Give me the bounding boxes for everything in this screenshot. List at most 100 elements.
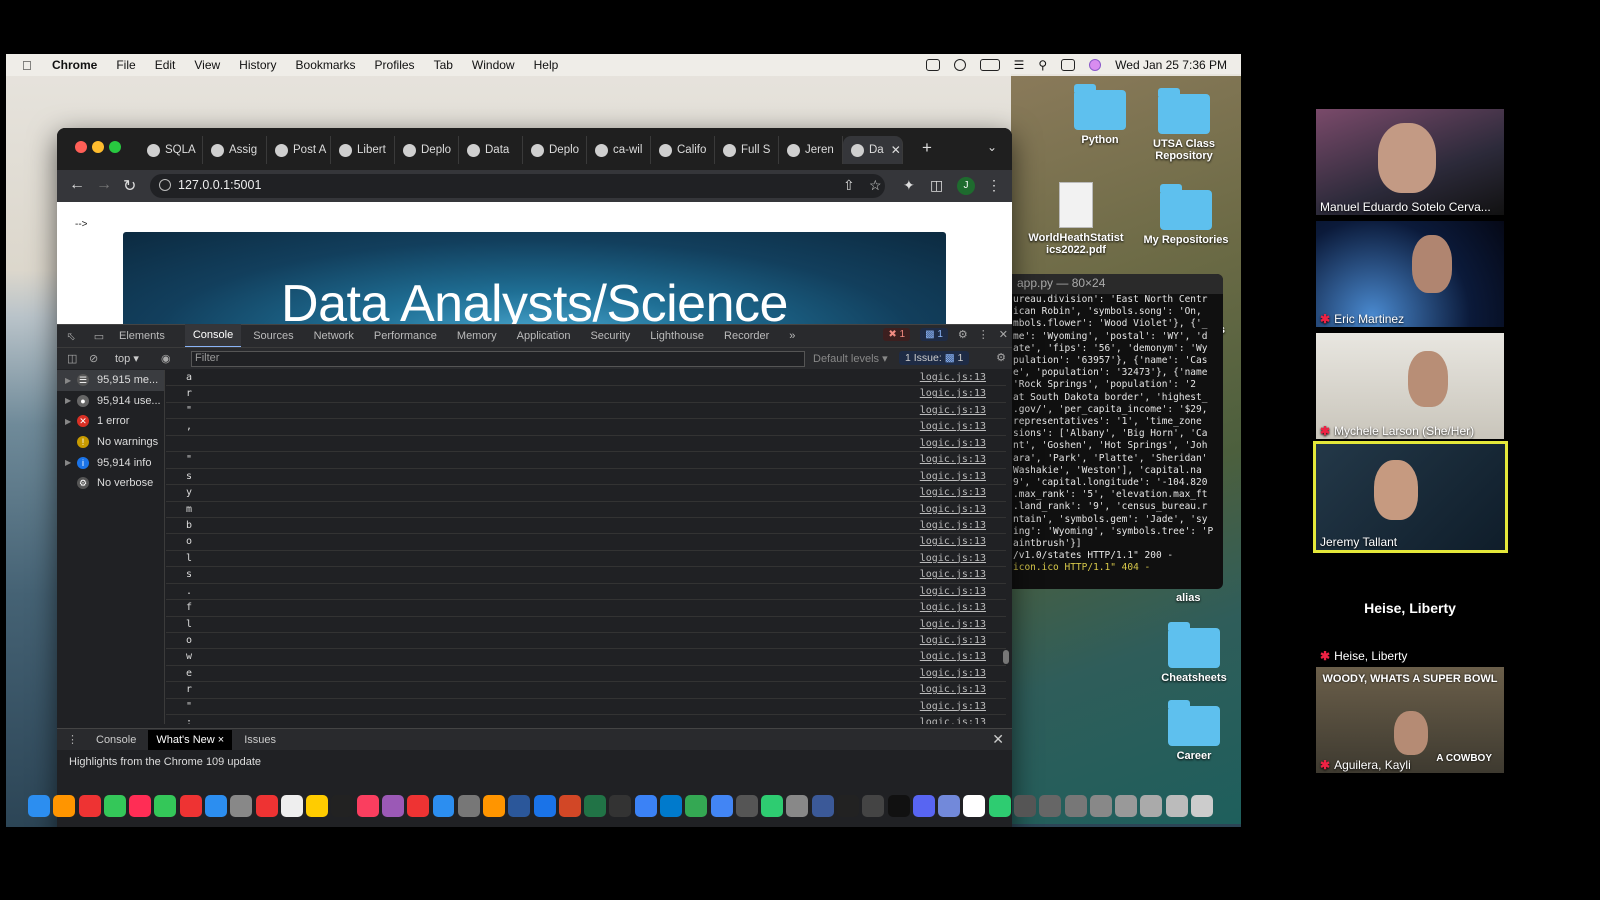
drawer-more-icon[interactable]: ⋮ — [57, 733, 88, 746]
dock-app-icon[interactable] — [331, 795, 354, 817]
forward-button[interactable]: → — [96, 176, 112, 194]
chrome-menu-icon[interactable]: ⋮ — [987, 177, 1001, 194]
side-panel-icon[interactable]: ◫ — [930, 177, 943, 194]
dock-app-icon[interactable] — [255, 795, 278, 817]
desktop-folder-utsa[interactable]: UTSA Class Repository — [1136, 88, 1232, 162]
message-count-badge[interactable]: ▩ 1 — [920, 328, 948, 341]
spotlight-search-icon[interactable]: ⚲ — [1038, 58, 1047, 72]
bookmark-star-icon[interactable]: ☆ — [869, 177, 882, 194]
participant-tile[interactable]: Manuel Eduardo Sotelo Cerva... — [1316, 109, 1504, 215]
context-selector[interactable]: top ▾ — [115, 352, 139, 365]
dock-app-icon[interactable] — [483, 795, 506, 817]
console-settings-gear-icon[interactable]: ⚙ — [996, 351, 1006, 364]
chrome-window[interactable]: SQLA Assig Post A Libert Deplo Data Deplo ca-wi… — [57, 128, 1012, 827]
log-source-link[interactable]: logic.js:13 — [920, 619, 986, 630]
log-source-link[interactable]: logic.js:13 — [920, 438, 986, 449]
menu-tab[interactable]: Tab — [434, 58, 453, 72]
log-source-link[interactable]: logic.js:13 — [920, 454, 986, 465]
devtools-settings-gear-icon[interactable]: ⚙ — [958, 328, 968, 341]
log-source-link[interactable]: logic.js:13 — [920, 405, 986, 416]
dock-app-icon[interactable] — [53, 795, 76, 817]
drawer-tab-console[interactable]: Console — [88, 730, 144, 750]
log-source-link[interactable]: logic.js:13 — [920, 602, 986, 613]
siri-icon[interactable] — [1089, 59, 1102, 71]
close-tab-icon[interactable]: × — [218, 734, 224, 746]
log-source-link[interactable]: logic.js:13 — [920, 684, 986, 695]
dock-app-icon[interactable] — [837, 795, 859, 817]
dock-app-icon[interactable] — [685, 795, 708, 817]
dock-app-icon[interactable] — [280, 795, 303, 817]
menubar-clock[interactable]: Wed Jan 25 7:36 PM — [1115, 58, 1227, 72]
menu-edit[interactable]: Edit — [155, 58, 176, 72]
log-source-link[interactable]: logic.js:13 — [920, 372, 986, 383]
dock-app-icon[interactable] — [912, 795, 935, 817]
battery-icon[interactable] — [979, 59, 1000, 71]
dock-app-icon[interactable] — [179, 795, 202, 817]
participant-tile[interactable]: WOODY, WHATS A SUPER BOWL A COWBOY ✱ Agui… — [1316, 667, 1504, 773]
extensions-icon[interactable]: ✦ — [903, 177, 915, 194]
dock-app-icon[interactable] — [381, 795, 404, 817]
log-source-link[interactable]: logic.js:13 — [920, 536, 986, 547]
devtools-tab[interactable]: Memory — [457, 330, 497, 342]
dock-app-icon[interactable] — [306, 795, 329, 817]
live-expression-eye-icon[interactable]: ◉ — [161, 352, 171, 365]
status-app-icon[interactable] — [925, 59, 940, 71]
control-center-icon[interactable] — [1061, 59, 1076, 71]
log-source-link[interactable]: logic.js:13 — [920, 651, 986, 662]
console-sidebar-item[interactable]: ⚙ No verbose — [57, 473, 164, 494]
dock-app-icon[interactable] — [129, 795, 152, 817]
browser-tab[interactable]: Deplo — [523, 136, 587, 164]
toggle-sidebar-icon[interactable]: ◫ — [67, 352, 77, 365]
tab-search-chevron-icon[interactable]: ⌄ — [987, 140, 997, 154]
log-source-link[interactable]: logic.js:13 — [920, 421, 986, 432]
menu-history[interactable]: History — [239, 58, 276, 72]
devtools-tab[interactable]: Lighthouse — [650, 330, 704, 342]
dock-app-icon[interactable] — [1190, 795, 1213, 817]
drawer-tab-whats-new[interactable]: What's New × — [148, 729, 233, 750]
dock-app-icon[interactable] — [938, 795, 961, 817]
log-source-link[interactable]: logic.js:13 — [920, 504, 986, 515]
dock-app-icon[interactable] — [407, 795, 430, 817]
devtools-tab[interactable]: Application — [517, 330, 571, 342]
browser-tab[interactable]: Jeren — [779, 136, 843, 164]
devtools-tab[interactable]: Recorder — [724, 330, 769, 342]
menu-file[interactable]: File — [116, 58, 135, 72]
dock-app-icon[interactable] — [356, 795, 379, 817]
browser-tab[interactable]: Libert — [331, 136, 395, 164]
dock-app-icon[interactable] — [1039, 795, 1062, 817]
console-scrollbar[interactable] — [1003, 650, 1009, 664]
devtools-tab[interactable]: Network — [314, 330, 354, 342]
participant-tile[interactable]: ✱ Eric Martinez — [1316, 221, 1504, 327]
dock-app-icon[interactable] — [533, 795, 556, 817]
dock-app-icon[interactable] — [154, 795, 177, 817]
apple-icon[interactable]:  — [22, 58, 38, 73]
browser-tab[interactable]: Da ✕ — [843, 136, 903, 164]
log-source-link[interactable]: logic.js:13 — [920, 388, 986, 399]
log-source-link[interactable]: logic.js:13 — [920, 701, 986, 712]
dock-app-icon[interactable] — [988, 795, 1011, 817]
console-sidebar-item[interactable]: ▶ ☰ 95,915 me... — [57, 370, 164, 391]
devtools-more-icon[interactable]: ⋮ — [978, 328, 989, 341]
dock-app-icon[interactable] — [660, 795, 683, 817]
devtools-tab[interactable]: Console — [184, 324, 242, 348]
clear-console-icon[interactable]: ⊘ — [89, 352, 98, 365]
issues-button[interactable]: 1 Issue: ▩ 1 — [899, 351, 970, 365]
dock-app-icon[interactable] — [811, 795, 834, 817]
back-button[interactable]: ← — [69, 176, 85, 194]
dock-app-icon[interactable] — [508, 795, 531, 817]
close-devtools-icon[interactable]: ✕ — [999, 328, 1008, 341]
dock-app-icon[interactable] — [1089, 795, 1112, 817]
desktop-folder-career[interactable]: Career — [1146, 700, 1241, 762]
dock-app-icon[interactable] — [634, 795, 657, 817]
dock-app-icon[interactable] — [457, 795, 480, 817]
log-source-link[interactable]: logic.js:13 — [920, 635, 986, 646]
close-window-button[interactable] — [75, 141, 87, 153]
dock-app-icon[interactable] — [558, 795, 581, 817]
devtools-tab[interactable]: Sources — [253, 330, 293, 342]
dock-app-icon[interactable] — [862, 795, 885, 817]
wifi-icon[interactable]: ☰ — [1014, 58, 1025, 72]
log-source-link[interactable]: logic.js:13 — [920, 487, 986, 498]
dock-app-icon[interactable] — [230, 795, 253, 817]
browser-tab[interactable]: Califo — [651, 136, 715, 164]
console-sidebar-item[interactable]: ▶ ● 95,914 use... — [57, 391, 164, 412]
